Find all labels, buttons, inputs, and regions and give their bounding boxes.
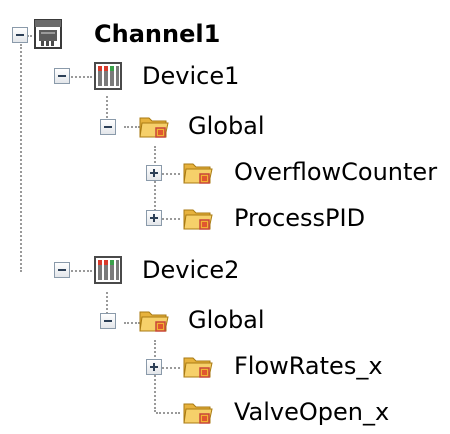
folder-icon	[182, 396, 214, 428]
tree-node-channel1[interactable]: Channel1	[0, 14, 260, 54]
tree-node-label: Global	[188, 112, 265, 140]
tree-node-valveopen-x[interactable]: ValveOpen_x	[146, 392, 406, 432]
collapse-toggle[interactable]	[12, 27, 28, 43]
minus-icon	[16, 34, 24, 36]
tree-node-label: Device1	[142, 62, 240, 90]
tree-node-device2[interactable]: Device2	[50, 250, 290, 290]
tree-node-label: ProcessPID	[234, 204, 366, 232]
minus-icon	[104, 320, 112, 322]
device-icon	[92, 254, 124, 286]
tree-node-overflowcounter[interactable]: OverflowCounter	[146, 152, 450, 192]
collapse-toggle[interactable]	[54, 68, 70, 84]
channel-icon	[32, 18, 64, 50]
folder-icon	[182, 202, 214, 234]
tree-node-label: Global	[188, 306, 265, 334]
collapse-toggle[interactable]	[100, 313, 116, 329]
tree-node-label: FlowRates_x	[234, 352, 383, 380]
plus-icon	[153, 363, 155, 371]
expand-toggle[interactable]	[146, 210, 162, 226]
minus-icon	[58, 269, 66, 271]
minus-icon	[58, 75, 66, 77]
expand-toggle[interactable]	[146, 165, 162, 181]
tree-node-device1[interactable]: Device1	[50, 56, 290, 96]
plus-icon	[153, 214, 155, 222]
tree-node-device2-global[interactable]: Global	[98, 300, 318, 340]
tree-node-label: Channel1	[94, 20, 221, 48]
folder-icon	[138, 110, 170, 142]
minus-icon	[104, 126, 112, 128]
collapse-toggle[interactable]	[100, 119, 116, 135]
tree-node-processpid[interactable]: ProcessPID	[146, 198, 406, 238]
collapse-toggle[interactable]	[54, 262, 70, 278]
folder-icon	[138, 304, 170, 336]
tree-node-label: ValveOpen_x	[234, 398, 390, 426]
tree-node-flowrates-x[interactable]: FlowRates_x	[146, 346, 406, 386]
folder-icon	[182, 350, 214, 382]
expand-toggle[interactable]	[146, 359, 162, 375]
plus-icon	[153, 169, 155, 177]
tree-guide	[20, 44, 22, 272]
tree-node-label: OverflowCounter	[234, 158, 438, 186]
folder-icon	[182, 156, 214, 188]
project-tree: Channel1 Device1 Global OverflowCounter …	[0, 0, 450, 434]
tree-node-device1-global[interactable]: Global	[98, 106, 318, 146]
tree-node-label: Device2	[142, 256, 240, 284]
device-icon	[92, 60, 124, 92]
